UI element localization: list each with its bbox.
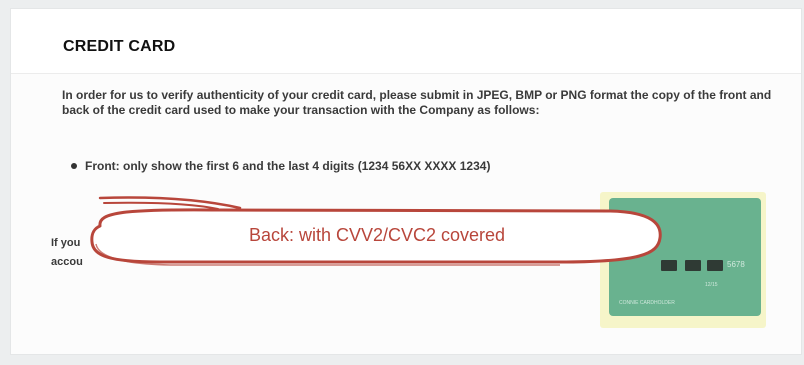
bullet-front-text: Front: only show the first 6 and the las…	[85, 159, 491, 173]
card-expiry-fragment: 12/15	[705, 282, 718, 288]
masked-digits-block	[661, 260, 677, 271]
panel-header: CREDIT CARD	[11, 9, 801, 74]
card-number-fragment: 5678	[727, 260, 745, 269]
partial-text-line2: accou	[51, 256, 83, 268]
bullet-dot-icon	[71, 163, 77, 169]
masked-digits-block	[707, 260, 723, 271]
partial-text-line1: If you	[51, 237, 81, 249]
page-title: CREDIT CARD	[63, 38, 176, 55]
instructions-text: In order for us to verify authenticity o…	[62, 88, 772, 117]
card-holder-fragment: CONNIE CARDHOLDER	[619, 300, 675, 306]
masked-digits-block	[685, 260, 701, 271]
annotation-text: Back: with CVV2/CVC2 covered	[248, 224, 506, 245]
annotation-callout: Back: with CVV2/CVC2 covered	[92, 210, 662, 260]
